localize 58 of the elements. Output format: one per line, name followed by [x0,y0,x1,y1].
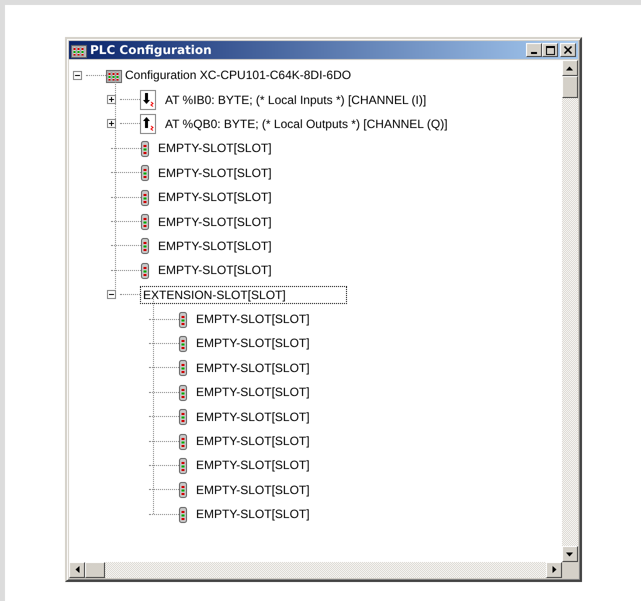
slot-module-icon [179,359,187,376]
tree-item[interactable]: EMPTY-SLOT[SLOT] [193,408,313,426]
scroll-down-button[interactable] [562,546,578,562]
tree-item[interactable]: EMPTY-SLOT[SLOT] [155,188,275,206]
scroll-thumb[interactable] [85,562,105,578]
slot-module-icon [179,310,187,328]
tree-item[interactable]: EMPTY-SLOT[SLOT] [193,383,313,402]
minimize-button[interactable] [526,43,542,57]
tree-item[interactable]: AT %QB0: BYTE; (* Local Outputs *) [CHANNEL (Q)] [162,114,451,133]
maximize-button[interactable] [542,43,558,57]
slot-module-icon [141,188,149,206]
horizontal-scrollbar[interactable] [69,562,562,578]
expand-toggle[interactable] [107,95,116,104]
slot-module-icon [179,384,187,401]
tree-item[interactable]: EMPTY-SLOT[SLOT] [193,432,313,450]
tree-item[interactable]: EMPTY-SLOT[SLOT] [193,456,313,474]
slot-module-icon [141,164,149,182]
slot-module-icon [141,213,149,230]
tree-item[interactable]: EMPTY-SLOT[SLOT] [155,261,275,280]
close-button[interactable] [560,43,576,57]
tree-item[interactable]: EMPTY-SLOT[SLOT] [155,212,275,231]
slot-module-icon [179,334,187,352]
scrollbar-corner [562,562,578,578]
tree-item[interactable]: EXTENSION-SLOT[SLOT] [140,286,347,304]
tree-item[interactable]: EMPTY-SLOT[SLOT] [193,310,313,328]
close-icon [564,46,572,54]
tree-item[interactable]: EMPTY-SLOT[SLOT] [155,139,275,158]
slot-module-icon [179,456,187,474]
scroll-right-button[interactable] [546,562,562,578]
up-triangle-icon [566,66,574,70]
slot-module-icon [141,237,149,254]
scroll-up-button[interactable] [562,60,578,76]
slot-module-icon [141,262,149,279]
scroll-left-button[interactable] [69,562,85,578]
right-triangle-icon [552,566,556,574]
tree-item[interactable]: EMPTY-SLOT[SLOT] [155,236,275,255]
slot-module-icon [179,432,187,450]
tree-item[interactable]: EMPTY-SLOT[SLOT] [193,358,313,377]
expand-toggle[interactable] [107,119,116,128]
tree-item[interactable]: Configuration XC-CPU101-C64K-8DI-6DO [122,66,354,84]
slot-module-icon [179,506,187,523]
window-title: PLC Configuration [90,43,213,57]
maximize-icon [546,46,554,54]
slot-module-icon [179,481,187,498]
down-triangle-icon [566,552,574,556]
left-triangle-icon [74,566,80,574]
tree-item[interactable]: EMPTY-SLOT[SLOT] [193,480,313,499]
tree-item[interactable]: AT %IB0: BYTE; (* Local Inputs *) [CHANNEL (I)] [162,90,430,109]
tree-item[interactable]: EMPTY-SLOT[SLOT] [155,164,275,182]
collapse-toggle[interactable] [107,290,116,300]
slot-module-icon [179,408,187,426]
vertical-scrollbar[interactable] [562,60,578,562]
tree-item[interactable]: EMPTY-SLOT[SLOT] [193,334,313,352]
tree-item[interactable]: EMPTY-SLOT[SLOT] [193,505,313,524]
collapse-toggle[interactable] [73,70,82,80]
slot-module-icon [141,140,149,157]
rack-icon [71,42,87,58]
scroll-thumb[interactable] [562,76,578,98]
